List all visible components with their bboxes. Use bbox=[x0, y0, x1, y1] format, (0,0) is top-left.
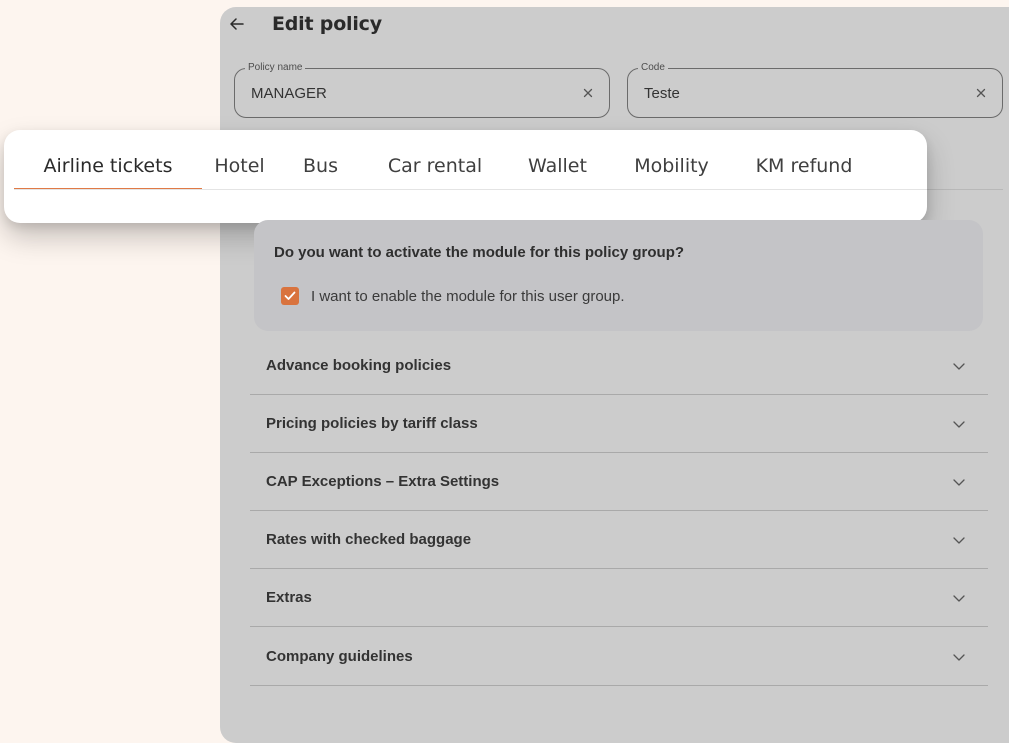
code-field[interactable]: Code Teste bbox=[627, 62, 1003, 118]
chevron-down-icon bbox=[953, 654, 965, 661]
activation-question: Do you want to activate the module for t… bbox=[274, 244, 685, 261]
tab-car-rental[interactable]: Car rental bbox=[364, 152, 506, 190]
page-title: Edit policy bbox=[272, 13, 382, 35]
chevron-down-icon bbox=[953, 595, 965, 602]
accordion-advance-booking[interactable]: Advance booking policies bbox=[250, 337, 988, 395]
accordion-label: Extras bbox=[266, 589, 312, 606]
chevron-down-icon bbox=[953, 363, 965, 370]
accordion-pricing-policies[interactable]: Pricing policies by tariff class bbox=[250, 395, 988, 453]
module-activation-box: Do you want to activate the module for t… bbox=[254, 220, 983, 331]
accordion-company-guidelines[interactable]: Company guidelines bbox=[250, 628, 988, 686]
accordion-label: CAP Exceptions – Extra Settings bbox=[266, 473, 500, 490]
tab-km-refund[interactable]: KM refund bbox=[734, 152, 874, 190]
tab-hotel[interactable]: Hotel bbox=[202, 152, 277, 190]
clear-icon[interactable] bbox=[581, 86, 595, 100]
chevron-down-icon bbox=[953, 537, 965, 544]
code-label: Code bbox=[638, 62, 668, 74]
policy-name-value[interactable]: MANAGER bbox=[251, 85, 327, 103]
accordion-label: Pricing policies by tariff class bbox=[266, 415, 478, 432]
enable-module-row[interactable]: I want to enable the module for this use… bbox=[281, 287, 625, 305]
policy-name-field[interactable]: Policy name MANAGER bbox=[234, 62, 610, 118]
tab-bus[interactable]: Bus bbox=[277, 152, 364, 190]
accordion-extras[interactable]: Extras bbox=[250, 569, 988, 627]
arrow-left-icon bbox=[230, 18, 244, 30]
clear-icon[interactable] bbox=[974, 86, 988, 100]
chevron-down-icon bbox=[953, 421, 965, 428]
module-tabs: Airline tickets Hotel Bus Car rental Wal… bbox=[14, 152, 874, 190]
tab-airline-tickets[interactable]: Airline tickets bbox=[14, 152, 202, 190]
back-button[interactable] bbox=[228, 12, 246, 36]
accordion-cap-exceptions[interactable]: CAP Exceptions – Extra Settings bbox=[250, 453, 988, 511]
tabs-divider bbox=[14, 189, 927, 190]
tab-mobility[interactable]: Mobility bbox=[609, 152, 734, 190]
code-value[interactable]: Teste bbox=[644, 85, 680, 103]
check-icon bbox=[284, 291, 296, 300]
accordion-checked-baggage[interactable]: Rates with checked baggage bbox=[250, 511, 988, 569]
policy-name-label: Policy name bbox=[245, 62, 306, 74]
tabs-card: Airline tickets Hotel Bus Car rental Wal… bbox=[4, 130, 927, 223]
tab-wallet[interactable]: Wallet bbox=[506, 152, 609, 190]
accordion-label: Rates with checked baggage bbox=[266, 531, 472, 548]
enable-module-label: I want to enable the module for this use… bbox=[311, 287, 625, 305]
chevron-down-icon bbox=[953, 479, 965, 486]
accordion-label: Advance booking policies bbox=[266, 357, 452, 374]
tab-underline-extension bbox=[927, 189, 1003, 190]
accordion-label: Company guidelines bbox=[266, 648, 413, 665]
enable-module-checkbox[interactable] bbox=[281, 287, 299, 305]
page-header: Edit policy bbox=[228, 12, 382, 36]
